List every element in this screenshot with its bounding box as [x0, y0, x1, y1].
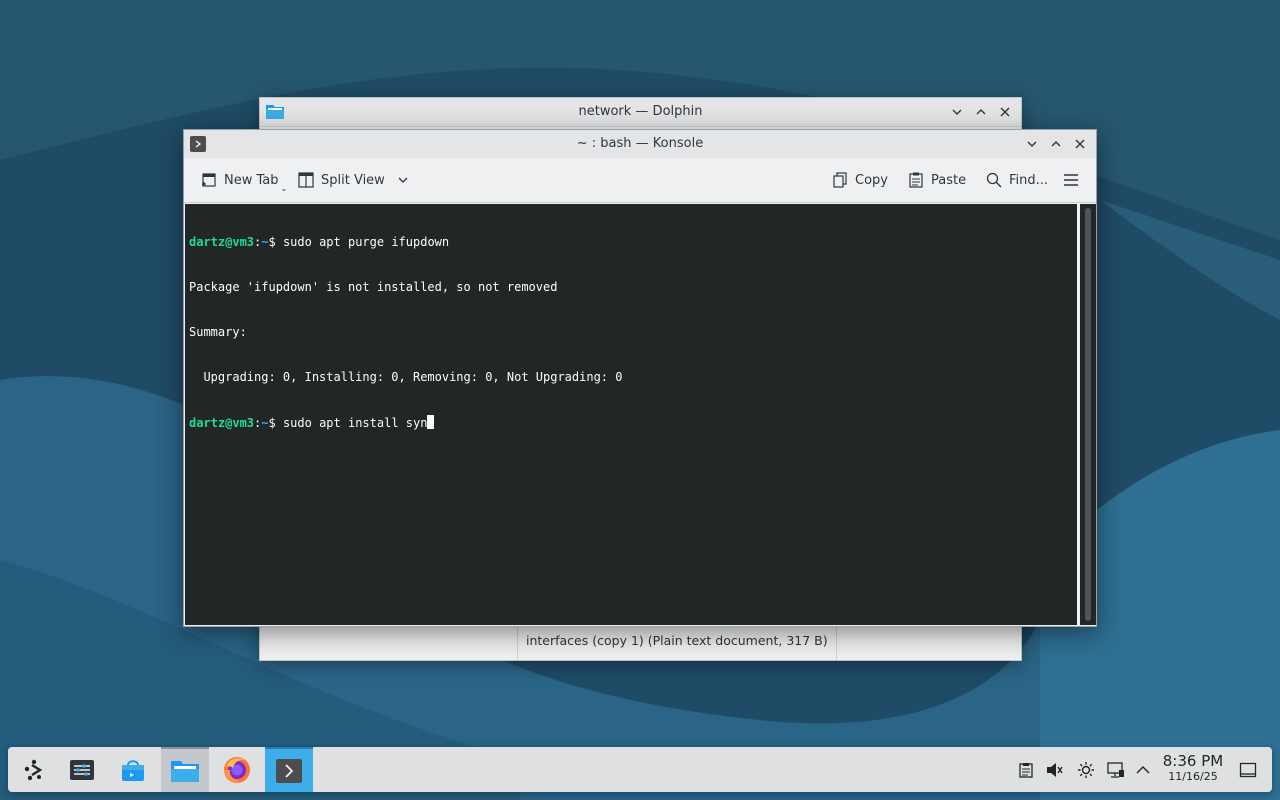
konsole-icon [276, 758, 302, 783]
prompt-path: ~ [261, 235, 269, 249]
terminal-command: sudo apt install syn [282, 416, 428, 430]
taskbar-system-settings[interactable] [58, 747, 106, 792]
chevron-down-icon: ⌄ [280, 183, 288, 193]
show-desktop-button[interactable] [1235, 747, 1261, 792]
new-tab-label: New Tab [224, 172, 279, 188]
terminal-line: Package 'ifupdown' is not installed, so … [189, 280, 558, 294]
brightness-icon [1078, 761, 1094, 778]
copy-icon [833, 172, 847, 188]
text-cursor [427, 415, 435, 429]
firefox-icon [224, 756, 250, 783]
application-launcher-icon [24, 759, 43, 780]
dolphin-window-title: network — Dolphin [578, 104, 703, 119]
clipboard-icon [1019, 762, 1033, 778]
find-button[interactable]: Find... [979, 158, 1054, 202]
dolphin-icon [171, 760, 199, 782]
konsole-toolbar: New Tab ⌄ Split View Copy Paste Find... [184, 158, 1096, 203]
close-button[interactable] [1070, 134, 1090, 154]
status-text: interfaces (copy 1) (Plain text document… [517, 626, 837, 660]
konsole-window[interactable]: ~ : bash — Konsole New Tab ⌄ Split View … [183, 129, 1097, 627]
new-tab-button[interactable]: New Tab ⌄ [194, 158, 297, 202]
maximize-button[interactable] [971, 102, 991, 122]
show-desktop-icon [1239, 762, 1257, 777]
taskbar-konsole[interactable] [265, 747, 313, 792]
taskbar-firefox[interactable] [213, 747, 261, 792]
search-icon [986, 172, 1002, 188]
copy-button[interactable]: Copy [825, 158, 894, 202]
close-icon [1075, 139, 1085, 149]
dolphin-statusbar: interfaces (copy 1) (Plain text document… [260, 625, 1021, 660]
chevron-up-icon [1051, 141, 1061, 147]
hamburger-menu-button[interactable] [1056, 158, 1086, 202]
discover-icon [122, 759, 144, 781]
terminal-command: sudo apt purge ifupdown [282, 235, 450, 249]
terminal-line: Summary: [189, 325, 247, 339]
clipboard-button[interactable] [1013, 747, 1039, 792]
volume-muted-icon [1047, 762, 1063, 777]
taskbar: 8:36 PM 11/16/25 [8, 747, 1272, 792]
scrollbar-thumb[interactable] [1085, 208, 1091, 621]
volume-button[interactable] [1042, 747, 1068, 792]
split-view-icon [298, 172, 314, 188]
konsole-window-title: ~ : bash — Konsole [576, 136, 704, 151]
system-settings-icon [70, 759, 94, 780]
paste-button[interactable]: Paste [901, 158, 972, 202]
chevron-up-icon [976, 109, 986, 115]
new-tab-icon [202, 173, 216, 187]
paste-icon [909, 172, 923, 188]
dolphin-titlebar[interactable]: network — Dolphin [260, 98, 1021, 127]
prompt-user-host: dartz@vm3 [189, 235, 255, 249]
terminal-line: Upgrading: 0, Installing: 0, Removing: 0… [189, 370, 623, 384]
network-wired-icon [1107, 761, 1124, 778]
digital-clock[interactable]: 8:36 PM 11/16/25 [1160, 753, 1226, 784]
paste-label: Paste [931, 172, 967, 188]
hamburger-menu-icon [1064, 174, 1078, 186]
chevron-down-icon [952, 109, 962, 115]
prompt-user-host: dartz@vm3 [189, 416, 255, 430]
chevron-down-icon [1027, 141, 1037, 147]
clock-date: 11/16/25 [1168, 770, 1218, 783]
taskbar-dolphin[interactable] [161, 747, 209, 792]
find-label: Find... [1009, 172, 1049, 188]
terminal-line: dartz@vm3:~$ sudo apt purge ifupdown [189, 235, 450, 249]
terminal-output[interactable]: dartz@vm3:~$ sudo apt purge ifupdown Pac… [185, 204, 1077, 625]
split-view-button[interactable]: Split View [291, 158, 415, 202]
close-icon [1000, 107, 1010, 117]
split-view-label: Split View [321, 172, 385, 188]
network-button[interactable] [1103, 747, 1129, 792]
application-launcher-button[interactable] [10, 747, 58, 792]
chevron-up-icon [1136, 765, 1150, 773]
taskbar-discover[interactable] [109, 747, 157, 792]
prompt-path: ~ [261, 416, 269, 430]
clock-time: 8:36 PM [1162, 752, 1224, 770]
terminal-scrollbar[interactable] [1080, 204, 1096, 625]
minimize-button[interactable] [947, 102, 967, 122]
maximize-button[interactable] [1046, 134, 1066, 154]
chevron-down-icon [398, 177, 408, 183]
close-button[interactable] [995, 102, 1015, 122]
copy-label: Copy [855, 172, 888, 188]
brightness-button[interactable] [1073, 747, 1099, 792]
show-hidden-icons-button[interactable] [1130, 747, 1156, 792]
minimize-button[interactable] [1022, 134, 1042, 154]
terminal-line: dartz@vm3:~$ sudo apt install syn [189, 415, 1073, 430]
konsole-titlebar[interactable]: ~ : bash — Konsole [184, 130, 1096, 158]
